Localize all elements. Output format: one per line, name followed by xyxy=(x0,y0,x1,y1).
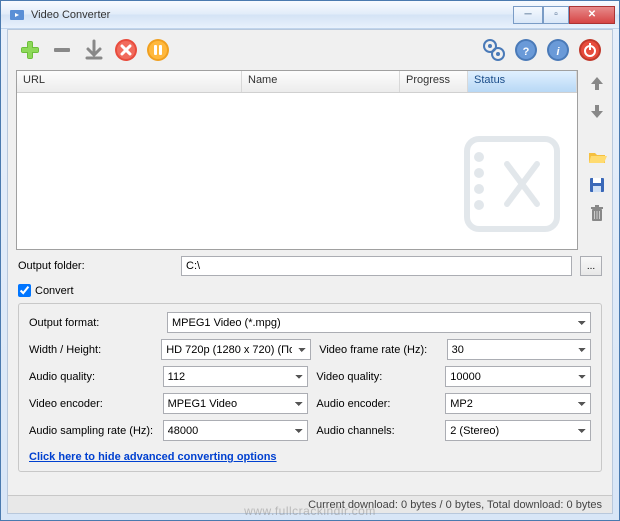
audio-encoder-combo[interactable]: MP2 xyxy=(445,393,591,414)
remove-button[interactable] xyxy=(48,36,76,64)
video-encoder-combo[interactable]: MPEG1 Video xyxy=(163,393,309,414)
output-folder-input[interactable] xyxy=(181,256,572,276)
col-url[interactable]: URL xyxy=(17,71,242,92)
width-height-label: Width / Height: xyxy=(29,344,153,356)
pause-button[interactable] xyxy=(144,36,172,64)
power-button[interactable] xyxy=(576,36,604,64)
open-folder-button[interactable] xyxy=(586,146,608,168)
convert-checkbox[interactable] xyxy=(18,284,31,297)
frame-rate-label: Video frame rate (Hz): xyxy=(319,344,438,356)
cancel-button[interactable] xyxy=(112,36,140,64)
col-status[interactable]: Status xyxy=(468,71,577,92)
options-box: Output format: MPEG1 Video (*.mpg) Width… xyxy=(18,303,602,472)
save-button[interactable] xyxy=(586,174,608,196)
convert-row: Convert xyxy=(8,282,612,303)
info-button[interactable]: i xyxy=(544,36,572,64)
video-encoder-label: Video encoder: xyxy=(29,398,155,410)
move-up-button[interactable] xyxy=(586,72,608,94)
download-button[interactable] xyxy=(80,36,108,64)
help-button[interactable]: ? xyxy=(512,36,540,64)
titlebar: Video Converter ─ ▫ ✕ xyxy=(1,1,619,29)
output-format-label: Output format: xyxy=(29,317,159,329)
download-list[interactable]: URL Name Progress Status xyxy=(16,70,578,250)
toggle-advanced-link[interactable]: Click here to hide advanced converting o… xyxy=(29,451,277,463)
delete-button[interactable] xyxy=(586,202,608,224)
side-toolbar xyxy=(582,70,612,250)
settings-button[interactable] xyxy=(480,36,508,64)
content-pane: ? i URL Name Progress Status xyxy=(7,29,613,514)
col-progress[interactable]: Progress xyxy=(400,71,468,92)
add-button[interactable] xyxy=(16,36,44,64)
output-folder-label: Output folder: xyxy=(18,260,173,272)
audio-quality-label: Audio quality: xyxy=(29,371,155,383)
main-toolbar: ? i xyxy=(8,30,612,70)
audio-encoder-label: Audio encoder: xyxy=(316,398,437,410)
video-quality-label: Video quality: xyxy=(316,371,437,383)
maximize-button[interactable]: ▫ xyxy=(543,6,569,24)
app-icon xyxy=(9,7,25,23)
status-text: Current download: 0 bytes / 0 bytes, Tot… xyxy=(308,499,602,511)
convert-label: Convert xyxy=(35,285,74,297)
svg-text:?: ? xyxy=(523,46,530,58)
window-title: Video Converter xyxy=(31,9,513,21)
output-folder-row: Output folder: ... xyxy=(8,250,612,282)
audio-channels-combo[interactable]: 2 (Stereo) xyxy=(445,420,591,441)
list-header: URL Name Progress Status xyxy=(17,71,577,93)
video-watermark-icon xyxy=(457,129,567,239)
close-button[interactable]: ✕ xyxy=(569,6,615,24)
status-bar: Current download: 0 bytes / 0 bytes, Tot… xyxy=(8,495,612,513)
minimize-button[interactable]: ─ xyxy=(513,6,543,24)
app-window: Video Converter ─ ▫ ✕ xyxy=(0,0,620,521)
move-down-button[interactable] xyxy=(586,100,608,122)
width-height-combo[interactable]: HD 720p (1280 x 720) (По умол... xyxy=(161,339,311,360)
video-quality-combo[interactable]: 10000 xyxy=(445,366,591,387)
browse-button[interactable]: ... xyxy=(580,256,602,276)
audio-quality-combo[interactable]: 112 xyxy=(163,366,309,387)
output-format-combo[interactable]: MPEG1 Video (*.mpg) xyxy=(167,312,591,333)
frame-rate-combo[interactable]: 30 xyxy=(447,339,591,360)
audio-sampling-combo[interactable]: 48000 xyxy=(163,420,309,441)
audio-sampling-label: Audio sampling rate (Hz): xyxy=(29,425,155,437)
col-name[interactable]: Name xyxy=(242,71,400,92)
main-row: URL Name Progress Status xyxy=(8,70,612,250)
audio-channels-label: Audio channels: xyxy=(316,425,437,437)
